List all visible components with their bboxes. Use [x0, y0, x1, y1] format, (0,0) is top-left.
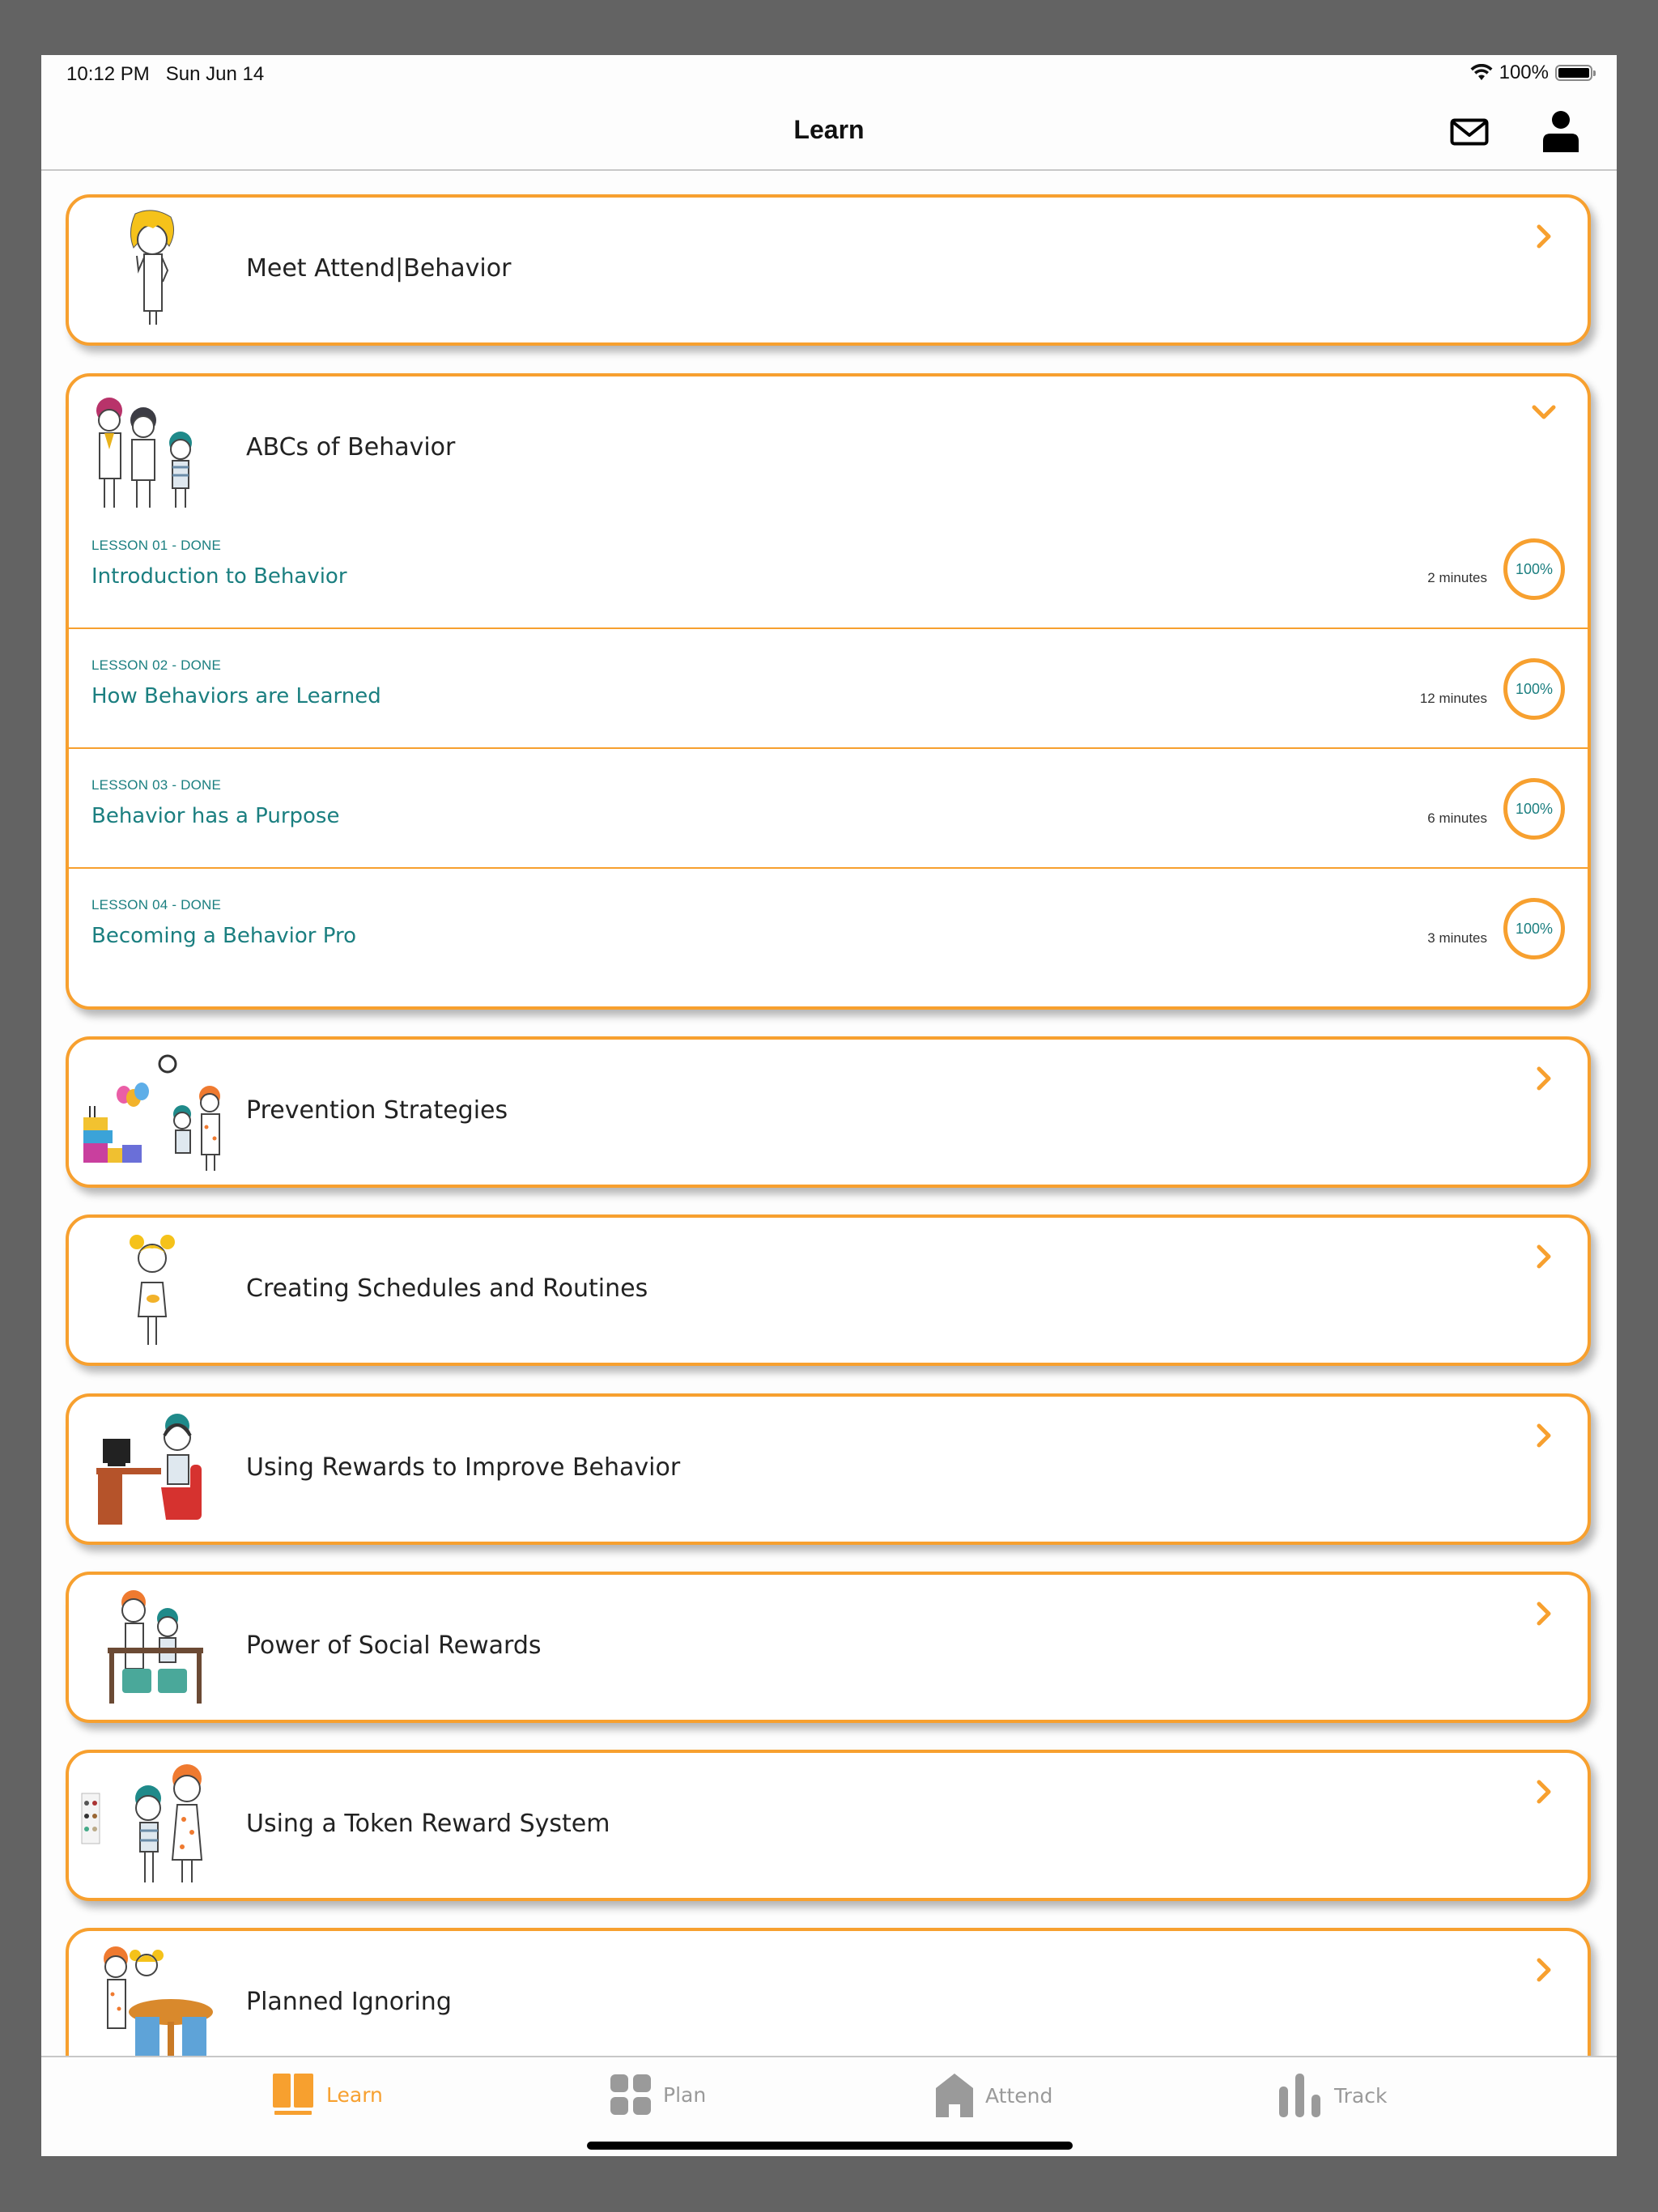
girl-toothbrush-illustration — [130, 1235, 175, 1345]
module-card-header[interactable]: Prevention Strategies — [69, 1040, 1588, 1185]
module-title: ABCs of Behavior — [246, 433, 456, 462]
home-indicator[interactable] — [587, 2142, 1073, 2150]
tab-label: Plan — [663, 2082, 707, 2107]
progress-text: 100% — [1515, 680, 1554, 697]
girl-yellow-hair-illustration — [130, 210, 174, 325]
lesson-progress-ring: 100% — [1503, 778, 1565, 840]
lesson-status-label: LESSON 03 - DONE — [91, 777, 222, 793]
kids-table-illustration — [108, 1590, 203, 1704]
module-list: Meet Attend|Behavior ABCs of Behavior LE… — [41, 171, 1617, 2056]
app-screen: 10:12 PM Sun Jun 14 100% Learn Meet Atte… — [41, 55, 1617, 2156]
chevron-right-icon[interactable] — [1528, 1419, 1560, 1452]
lesson-duration: 6 minutes — [1427, 810, 1487, 826]
lesson-row[interactable]: LESSON 04 - DONE Becoming a Behavior Pro… — [69, 867, 1591, 987]
tab-attend[interactable]: Attend — [935, 2074, 1052, 2117]
module-card-header[interactable]: Power of Social Rewards — [69, 1575, 1588, 1720]
module-card-header[interactable]: Using Rewards to Improve Behavior — [69, 1397, 1588, 1542]
module-title: Meet Attend|Behavior — [246, 254, 512, 283]
lesson-title: Becoming a Behavior Pro — [91, 924, 356, 948]
mail-button[interactable] — [1450, 118, 1489, 150]
progress-text: 100% — [1515, 560, 1554, 577]
module-card-header[interactable]: Meet Attend|Behavior — [69, 198, 1588, 342]
boy-computer-illustration — [96, 1414, 202, 1525]
lesson-duration: 12 minutes — [1419, 691, 1487, 706]
module-card-header[interactable]: Planned Ignoring — [69, 1931, 1588, 2056]
lesson-status-label: LESSON 01 - DONE — [91, 538, 222, 553]
tab-label: Attend — [985, 2083, 1053, 2108]
tab-label: Track — [1334, 2083, 1388, 2108]
grid-icon — [610, 2074, 651, 2115]
book-icon — [273, 2074, 313, 2115]
family-three-illustration — [96, 398, 192, 508]
tab-plan[interactable]: Plan — [610, 2074, 706, 2116]
lesson-progress-ring: 100% — [1503, 658, 1565, 720]
module-card[interactable]: Power of Social Rewards — [66, 1572, 1591, 1723]
lesson-status-label: LESSON 02 - DONE — [91, 657, 222, 673]
lesson-row[interactable]: LESSON 02 - DONE How Behaviors are Learn… — [69, 627, 1591, 747]
module-card-header[interactable]: Using a Token Reward System — [69, 1753, 1588, 1898]
module-card-header[interactable]: Creating Schedules and Routines — [69, 1218, 1588, 1363]
chevron-right-icon[interactable] — [1528, 1062, 1560, 1095]
kids-tokens-illustration — [81, 1764, 203, 1882]
tab-track[interactable]: Track — [1278, 2074, 1387, 2117]
module-card[interactable]: Using a Token Reward System — [66, 1750, 1591, 1901]
wifi-icon — [1470, 64, 1493, 80]
date-text: Sun Jun 14 — [165, 63, 265, 85]
tab-label: Learn — [326, 2082, 383, 2107]
battery-percent: 100% — [1499, 62, 1549, 83]
module-title: Using Rewards to Improve Behavior — [246, 1453, 681, 1482]
module-card-header[interactable]: ABCs of Behavior — [69, 376, 1588, 521]
bar-chart-icon — [1279, 2074, 1320, 2117]
lesson-title: Behavior has a Purpose — [91, 804, 340, 828]
navigation-bar: Learn — [41, 94, 1617, 171]
chevron-down-icon[interactable] — [1528, 396, 1560, 428]
progress-text: 100% — [1515, 920, 1554, 937]
module-title: Using a Token Reward System — [246, 1810, 610, 1838]
chevron-right-icon[interactable] — [1528, 1597, 1560, 1630]
module-title: Prevention Strategies — [246, 1096, 508, 1125]
module-card[interactable]: Using Rewards to Improve Behavior — [66, 1393, 1591, 1545]
progress-text: 100% — [1515, 800, 1554, 817]
chevron-right-icon[interactable] — [1528, 220, 1560, 253]
lesson-title: Introduction to Behavior — [91, 564, 347, 589]
lesson-row[interactable]: LESSON 01 - DONE Introduction to Behavio… — [69, 521, 1591, 627]
module-card[interactable]: Creating Schedules and Routines — [66, 1214, 1591, 1366]
module-title: Creating Schedules and Routines — [246, 1274, 648, 1303]
mail-icon — [1450, 118, 1489, 146]
status-time: 10:12 PM Sun Jun 14 — [66, 63, 264, 86]
battery-icon — [1555, 65, 1596, 81]
lesson-row[interactable]: LESSON 03 - DONE Behavior has a Purpose … — [69, 747, 1591, 867]
home-icon — [936, 2074, 973, 2117]
user-icon — [1543, 111, 1579, 152]
lesson-duration: 3 minutes — [1427, 930, 1487, 946]
time-text: 10:12 PM — [66, 63, 150, 85]
status-indicators: 100% — [1470, 62, 1596, 84]
lesson-progress-ring: 100% — [1503, 898, 1565, 959]
party-kids-illustration — [83, 1054, 220, 1171]
module-title: Power of Social Rewards — [246, 1631, 542, 1660]
chevron-right-icon[interactable] — [1528, 1954, 1560, 1986]
module-card[interactable]: Planned Ignoring — [66, 1928, 1591, 2056]
girls-table-illustration — [104, 1946, 213, 2056]
module-card[interactable]: Prevention Strategies — [66, 1036, 1591, 1188]
chevron-right-icon[interactable] — [1528, 1776, 1560, 1808]
lesson-duration: 2 minutes — [1427, 570, 1487, 585]
module-card-expanded: ABCs of Behavior LESSON 01 - DONE Introd… — [66, 373, 1591, 1010]
module-title: Planned Ignoring — [246, 1988, 452, 2016]
module-card[interactable]: Meet Attend|Behavior — [66, 194, 1591, 346]
tab-learn[interactable]: Learn — [271, 2074, 383, 2116]
lesson-status-label: LESSON 04 - DONE — [91, 897, 222, 912]
page-title: Learn — [793, 115, 865, 144]
lesson-title: How Behaviors are Learned — [91, 684, 381, 708]
status-bar: 10:12 PM Sun Jun 14 100% — [41, 55, 1617, 94]
profile-button[interactable] — [1541, 110, 1580, 156]
lesson-progress-ring: 100% — [1503, 538, 1565, 600]
chevron-right-icon[interactable] — [1528, 1240, 1560, 1273]
